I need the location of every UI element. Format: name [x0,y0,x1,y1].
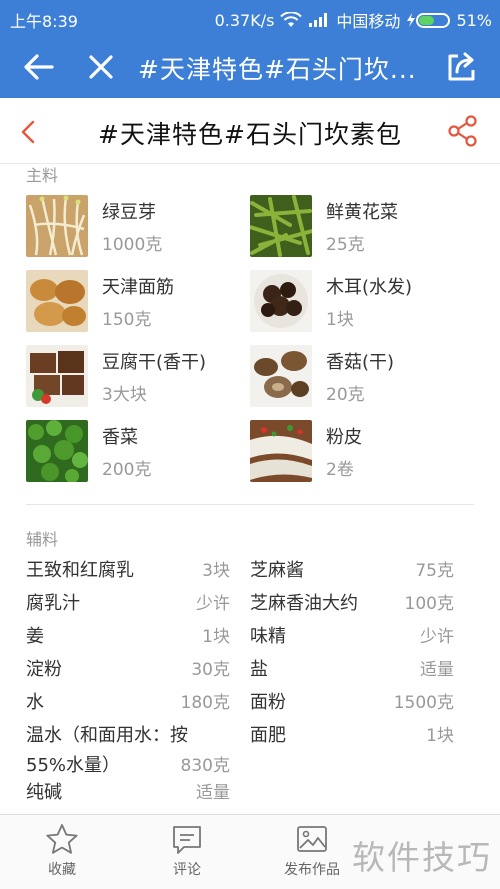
aux-item-qty: 180克 [180,693,230,713]
ingredient-name: 天津面筋 [102,277,174,298]
comment-button[interactable]: 评论 [132,823,242,879]
aux-ingredients-label: 辅料 [26,530,59,549]
ingredient-item[interactable]: 木耳(水发) 1块 [250,270,460,332]
favorite-button[interactable]: 收藏 [7,823,117,879]
publish-label: 发布作品 [284,862,340,878]
ingredient-item[interactable]: 绿豆芽 1000克 [26,195,236,257]
aux-item-qty: 3块 [202,561,230,581]
status-time: 上午8:39 [10,12,78,31]
aux-item-name: 面粉 [250,692,286,713]
ingredient-qty: 150克 [102,310,152,330]
external-share-icon[interactable] [444,50,478,84]
shiitake-photo [250,345,312,407]
status-bar: 上午8:39 0.37K/s 中国移动 51% [0,0,500,36]
daylily-photo [250,195,312,257]
publish-work-button[interactable]: 发布作品 [257,823,367,879]
network-speed: 0.37K/s [214,10,275,30]
aux-item-name: 纯碱 [26,782,62,803]
aux-item-name: 水 [26,692,44,713]
ingredient-qty: 25克 [326,235,365,255]
aux-item-qty: 30克 [191,660,230,680]
aux-item-name: 盐 [250,659,268,680]
ingredient-qty: 2卷 [326,460,354,480]
aux-item-qty: 1块 [202,627,230,647]
ingredient-item[interactable]: 香菇(干) 20克 [250,345,460,407]
aux-item-name: 淀粉 [26,659,62,680]
ingredient-qty: 1000克 [102,235,163,255]
carrier-name: 中国移动 [336,12,401,31]
share-icon[interactable] [446,114,480,148]
aux-item-qty: 适量 [196,783,230,803]
dried-tofu-photo [26,345,88,407]
watermark-text: 软件技巧 [352,838,492,877]
aux-item-qty: 少许 [420,627,454,647]
recipe-content[interactable]: 主料 绿豆芽 1000克 鲜黄花菜 25克 天津面筋 150克 木耳(水发) 1… [0,164,500,814]
ingredient-name: 鲜黄花菜 [326,202,398,223]
ingredient-item[interactable]: 香菜 200克 [26,420,236,482]
comment-icon [173,826,201,854]
gluten-photo [26,270,88,332]
bean-sprouts-photo [26,195,88,257]
back-arrow-icon[interactable] [22,51,56,83]
cilantro-photo [26,420,88,482]
ingredient-name: 绿豆芽 [102,202,156,223]
favorite-label: 收藏 [48,862,76,878]
top-nav-bar: #天津特色#石头门坎... [0,36,500,98]
aux-item-qty: 75克 [415,561,454,581]
aux-item-name: 面肥 [250,725,286,746]
wood-ear-photo [250,270,312,332]
aux-item-name: 味精 [250,626,286,647]
aux-item-name: 王致和红腐乳 [26,560,134,581]
main-ingredients-label: 主料 [26,166,59,185]
comment-label: 评论 [173,862,201,878]
page-header: #天津特色#石头门坎素包 [0,98,500,164]
aux-item-name: 姜 [26,626,44,647]
aux-item-name: 芝麻酱 [250,560,304,581]
close-icon[interactable] [86,52,116,82]
aux-item: 温水（和面用水：按55%水量） 830克 [26,721,230,783]
aux-item-qty: 1块 [426,726,454,746]
wifi-icon [280,12,303,27]
battery-icon [406,12,451,28]
section-divider [26,504,474,505]
ingredient-name: 豆腐干(香干) [102,352,207,373]
charging-icon [407,13,416,27]
ingredient-qty: 200克 [102,460,152,480]
ingredient-name: 香菜 [102,427,138,448]
ingredient-qty: 20克 [326,385,365,405]
ingredient-name: 香菇(干) [326,352,395,373]
image-icon [297,826,327,852]
aux-item-qty: 100克 [404,594,454,614]
battery-percent: 51% [456,10,492,30]
ingredient-item[interactable]: 粉皮 2卷 [250,420,460,482]
ingredient-qty: 3大块 [102,385,147,405]
nav-title: #天津特色#石头门坎... [138,55,417,84]
page-title: #天津特色#石头门坎素包 [98,120,402,149]
ingredient-qty: 1块 [326,310,354,330]
status-right: 0.37K/s 中国移动 51% [215,8,492,32]
aux-item-name: 腐乳汁 [26,593,80,614]
ingredient-item[interactable]: 鲜黄花菜 25克 [250,195,460,257]
ingredient-item[interactable]: 天津面筋 150克 [26,270,236,332]
chevron-left-icon[interactable] [20,120,36,144]
aux-item-qty: 1500克 [393,693,454,713]
aux-item-name: 芝麻香油大约 [250,593,358,614]
ingredient-name: 木耳(水发) [326,277,413,298]
aux-item-qty: 适量 [420,660,454,680]
ingredient-item[interactable]: 豆腐干(香干) 3大块 [26,345,236,407]
noodle-sheet-photo [250,420,312,482]
bottom-action-bar: 收藏 评论 发布作品 软件技巧 [0,814,500,889]
ingredient-name: 粉皮 [326,427,362,448]
aux-item-qty: 少许 [196,594,230,614]
star-icon [46,824,78,854]
aux-item-qty: 830克 [180,756,230,776]
signal-icon [309,13,328,27]
